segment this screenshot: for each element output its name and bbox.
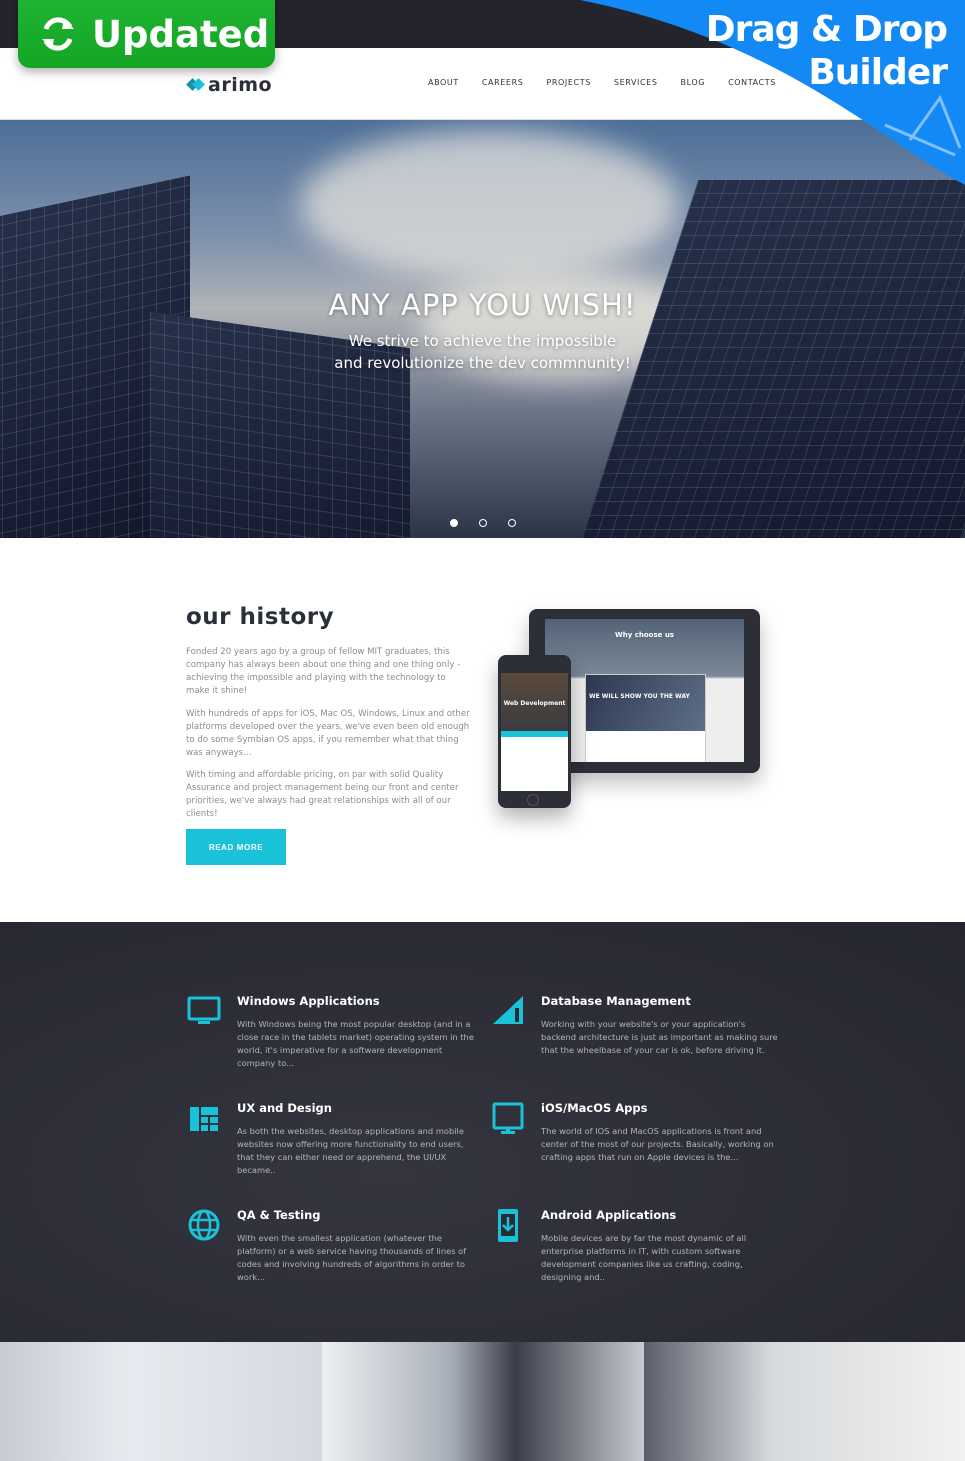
logo-diamond-icon bbox=[186, 78, 205, 91]
services-section: Windows Applications With Windows being t… bbox=[0, 922, 965, 1342]
refresh-icon bbox=[42, 17, 74, 51]
phone-download-icon bbox=[498, 1209, 518, 1242]
team-photo bbox=[322, 1342, 644, 1461]
logo-text: arimo bbox=[208, 74, 273, 96]
hero-subtitle: We strive to achieve the impossible and r… bbox=[334, 332, 631, 372]
service-item: Android Applications Mobile devices are b… bbox=[498, 1208, 781, 1284]
drag-drop-builder-badge: Drag & Drop Builder bbox=[580, 0, 965, 185]
service-item: UX and Design As both the websites, deskt… bbox=[190, 1101, 477, 1177]
slider-dots bbox=[450, 519, 516, 527]
signal-triangle-icon bbox=[493, 996, 523, 1024]
phone-heading: Web Development bbox=[501, 673, 568, 731]
hero-title: ANY APP YOU WISH! bbox=[328, 288, 637, 322]
service-item: Database Management Working with your web… bbox=[493, 994, 781, 1057]
logo[interactable]: arimo bbox=[186, 74, 273, 96]
laptop-photo bbox=[644, 1342, 965, 1461]
history-paragraph: With hundreds of apps for iOS, Mac OS, W… bbox=[186, 709, 470, 758]
photo-strip bbox=[0, 1342, 965, 1461]
updated-badge: Updated bbox=[18, 0, 275, 68]
slide-dot-1[interactable] bbox=[450, 519, 458, 527]
home-button-icon bbox=[527, 794, 539, 806]
phone-mockup: Web Development bbox=[498, 655, 571, 808]
monitor-icon bbox=[187, 996, 221, 1024]
nav-careers[interactable]: CAREERS bbox=[482, 78, 524, 87]
service-item: QA & Testing With even the smallest appli… bbox=[188, 1208, 477, 1284]
slide-dot-2[interactable] bbox=[479, 519, 487, 527]
monitor-icon bbox=[492, 1102, 524, 1134]
layout-grid-icon bbox=[190, 1107, 218, 1131]
history-title: our history bbox=[186, 604, 335, 630]
service-item: iOS/MacOS Apps The world of IOS and MacOS… bbox=[492, 1101, 781, 1164]
history-paragraph: Fonded 20 years ago by a group of fellow… bbox=[186, 647, 461, 696]
service-item: Windows Applications With Windows being t… bbox=[187, 994, 477, 1070]
slide-dot-3[interactable] bbox=[508, 519, 516, 527]
tablet-heading: Why choose us bbox=[615, 631, 674, 639]
office-photo bbox=[0, 1342, 322, 1461]
globe-icon bbox=[188, 1209, 220, 1241]
read-more-button[interactable]: READ MORE bbox=[186, 829, 286, 865]
nav-about[interactable]: ABOUT bbox=[428, 78, 459, 87]
tablet-inner-heading: WE WILL SHOW YOU THE WAY bbox=[586, 675, 705, 731]
history-paragraph: With timing and affordable pricing, on p… bbox=[186, 770, 459, 819]
